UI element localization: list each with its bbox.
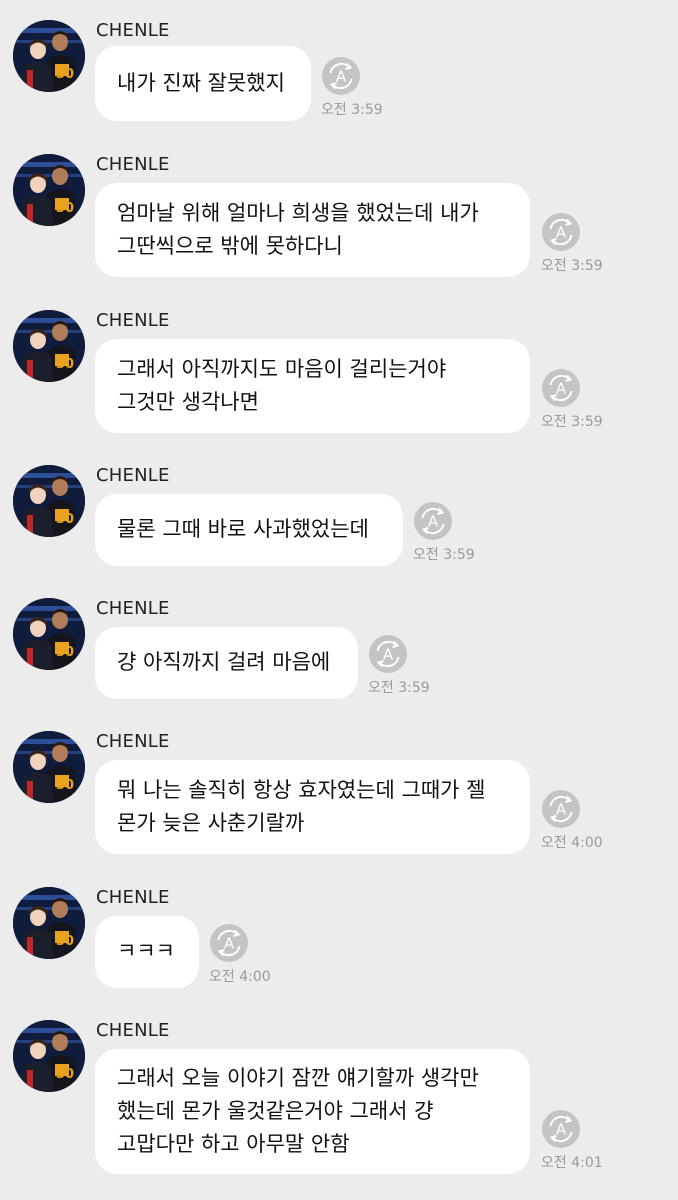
svg-text:30: 30 [56,645,74,660]
sender-name: CHENLE [96,310,170,331]
message-bubble[interactable]: 그래서 아직까지도 마음이 걸리는거야 그것만 생각나면 [95,339,530,433]
message-bubble[interactable]: 내가 진짜 잘못했지 [95,46,311,121]
message-text-line: 했는데 몬가 울것같은거야 그래서 걍 [117,1099,434,1123]
message-time: 오전 4:01 [541,1155,603,1171]
message-time: 오전 3:59 [541,414,603,430]
avatar[interactable]: 30 [13,598,85,670]
message-text-line: 뭐 나는 솔직히 항상 효자였는데 그때가 젤 [117,778,486,802]
sender-name: CHENLE [96,465,170,486]
avatar[interactable]: 30 [13,887,85,959]
translate-icon[interactable]: A [369,635,407,673]
message-time: 오전 4:00 [209,969,271,985]
message-text-line: 물론 그때 바로 사과했었는데 [117,517,369,541]
svg-text:30: 30 [56,357,74,372]
translate-icon[interactable]: A [542,1110,580,1148]
translate-icon[interactable]: A [542,213,580,251]
message-bubble[interactable]: 물론 그때 바로 사과했었는데 [95,494,403,566]
avatar[interactable]: 30 [13,465,85,537]
message-text-line: 걍 아직까지 걸려 마음에 [117,650,331,674]
message-bubble[interactable]: 그래서 오늘 이야기 잠깐 얘기할까 생각만 했는데 몬가 울것같은거야 그래서… [95,1049,530,1174]
avatar[interactable]: 30 [13,310,85,382]
message-time: 오전 4:00 [541,835,603,851]
svg-text:A: A [224,935,235,953]
translate-icon[interactable]: A [322,57,360,95]
message-bubble[interactable]: 엄마날 위해 얼마나 희생을 했었는데 내가 그딴씩으로 밖에 못하다니 [95,183,530,277]
message-text-line: 그딴씩으로 밖에 못하다니 [117,234,343,258]
svg-text:30: 30 [56,778,74,793]
message-time: 오전 3:59 [413,547,475,563]
sender-name: CHENLE [96,731,170,752]
svg-text:A: A [336,68,347,86]
svg-text:A: A [556,1121,567,1139]
message-time: 오전 3:59 [541,258,603,274]
svg-text:A: A [556,224,567,242]
message-bubble[interactable]: 뭐 나는 솔직히 항상 효자였는데 그때가 젤 몬가 늦은 사춘기랄까 [95,760,530,854]
sender-name: CHENLE [96,887,170,908]
sender-name: CHENLE [96,598,170,619]
translate-icon[interactable]: A [414,502,452,540]
message-text-line: 그래서 아직까지도 마음이 걸리는거야 [117,357,447,381]
message-time: 오전 3:59 [368,680,430,696]
message-text-line: 그래서 오늘 이야기 잠깐 얘기할까 생각만 [117,1066,479,1090]
svg-text:30: 30 [56,201,74,216]
svg-text:A: A [556,380,567,398]
sender-name: CHENLE [96,1020,170,1041]
svg-text:30: 30 [56,934,74,949]
message-bubble[interactable]: ㅋㅋㅋ [95,916,199,988]
message-bubble[interactable]: 걍 아직까지 걸려 마음에 [95,627,358,699]
svg-text:30: 30 [56,1067,74,1082]
avatar[interactable]: 30 [13,1020,85,1092]
message-text-line: 고맙다만 하고 아무말 안함 [117,1132,350,1156]
svg-text:A: A [556,801,567,819]
svg-text:30: 30 [56,512,74,527]
svg-text:30: 30 [56,67,74,82]
sender-name: CHENLE [96,154,170,175]
message-text-line: 엄마날 위해 얼마나 희생을 했었는데 내가 [117,201,479,225]
message-time: 오전 3:59 [321,102,383,118]
avatar[interactable]: 30 [13,154,85,226]
message-text-line: 그것만 생각나면 [117,390,259,414]
message-text-line: 내가 진짜 잘못했지 [117,71,285,95]
message-text-line: 몬가 늦은 사춘기랄까 [117,811,305,835]
translate-icon[interactable]: A [210,924,248,962]
translate-icon[interactable]: A [542,790,580,828]
sender-name: CHENLE [96,20,170,41]
avatar[interactable]: 30 [13,20,85,92]
svg-text:A: A [383,646,394,664]
svg-text:A: A [428,513,439,531]
translate-icon[interactable]: A [542,369,580,407]
avatar[interactable]: 30 [13,731,85,803]
message-text-line: ㅋㅋㅋ [117,939,175,963]
